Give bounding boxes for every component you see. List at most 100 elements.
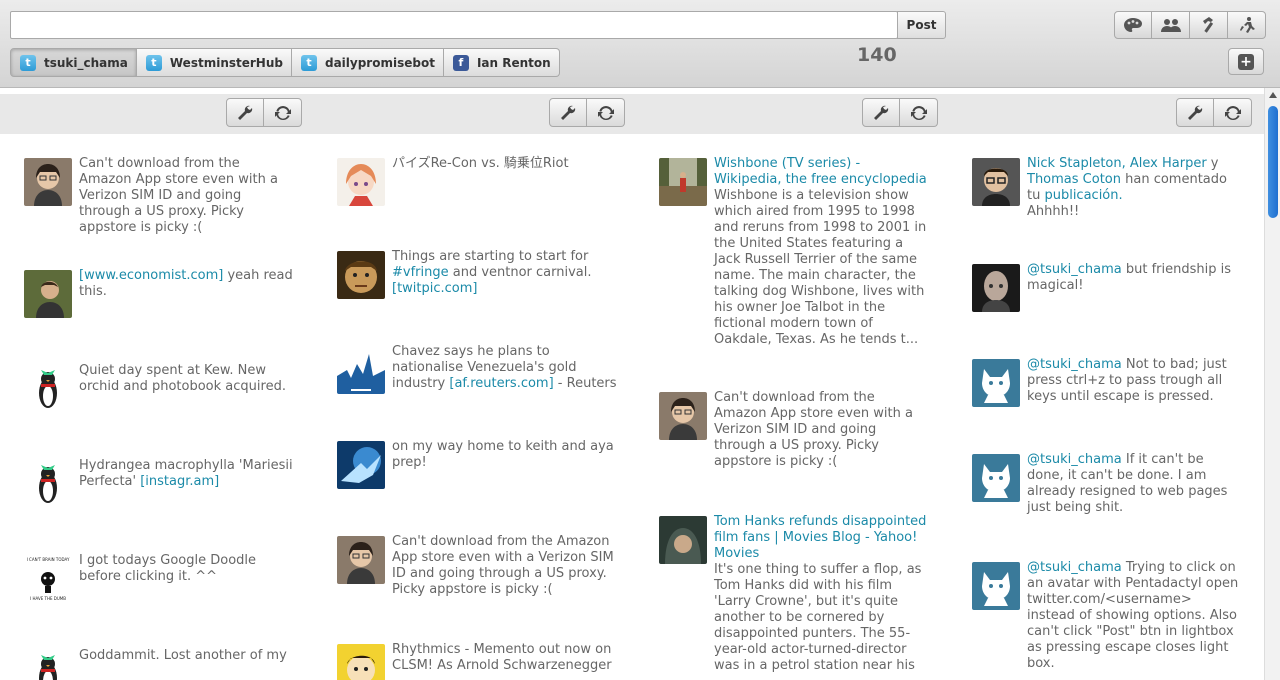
hammer-icon[interactable] — [1190, 11, 1228, 39]
avatar-penguin[interactable] — [24, 460, 72, 508]
column-header — [313, 94, 635, 134]
top-toolbar: Post t tsuki_chama t WestminsterHub t dailypr… — [0, 0, 1280, 88]
account-tab-tsuki_chama[interactable]: t tsuki_chama — [10, 48, 137, 77]
tweet-text-segment: y — [1206, 156, 1219, 171]
avatar-man-face[interactable] — [337, 251, 385, 299]
tweet-text: on my way home to keith and aya prep! — [392, 439, 620, 471]
avatar-woman-glasses[interactable] — [337, 536, 385, 584]
wrench-icon[interactable] — [862, 98, 900, 127]
users-icon[interactable] — [1152, 11, 1190, 39]
avatar-man-outdoors[interactable] — [24, 270, 72, 318]
account-tab-westminsterhub[interactable]: t WestminsterHub — [136, 48, 292, 77]
avatar-blue-fantasy[interactable] — [337, 441, 385, 489]
vertical-scrollbar[interactable] — [1264, 88, 1280, 680]
tweet-text: @tsuki_chama If it can't be done, it can… — [1027, 452, 1243, 516]
account-selector: t tsuki_chama t WestminsterHub t dailypromise… — [10, 48, 560, 77]
twitter-icon: t — [300, 54, 317, 71]
app-toolbar — [1114, 11, 1266, 39]
tweet-link[interactable]: @tsuki_chama — [1027, 452, 1122, 467]
tweet-text: Chavez says he plans to nationalise Vene… — [392, 344, 620, 392]
tweet-text: パイズRe-Con vs. 騎乗位Riot — [392, 156, 620, 172]
tweet-link[interactable]: Wishbone (TV series) - Wikipedia, the fr… — [714, 156, 927, 187]
tweet-link[interactable]: [twitpic.com] — [392, 281, 478, 296]
tweet-link[interactable]: Tom Hanks refunds disappointed film fans… — [714, 514, 926, 561]
tweet-text-segment: Ahhhh!! — [1027, 204, 1080, 219]
column-header — [0, 94, 313, 134]
tweet-text: @tsuki_chama Trying to click on an avata… — [1027, 560, 1243, 672]
refresh-icon[interactable] — [900, 98, 938, 127]
account-tab-label: Ian Renton — [476, 55, 551, 70]
avatar-park-walk[interactable] — [659, 158, 707, 206]
avatar-cant-brain[interactable]: I CAN'T BRAIN TODAY I HAVE THE DUMB — [24, 555, 72, 603]
tweet-text: Things are starting to start for #vfring… — [392, 249, 620, 297]
tweet-text-segment: Quiet day spent at Kew. New orchid and p… — [79, 363, 286, 394]
avatar-bald-man[interactable] — [972, 264, 1020, 312]
compose-input[interactable] — [10, 11, 898, 39]
column-main-feed: Wishbone (TV series) - Wikipedia, the fr… — [635, 88, 948, 680]
tweet-text-segment: パイズRe-Con vs. 騎乗位Riot — [392, 156, 569, 171]
avatar-anime-girl[interactable] — [337, 158, 385, 206]
tweet-text: Can't download from the Amazon App store… — [714, 390, 929, 470]
avatar-man-glasses[interactable] — [972, 158, 1020, 206]
wrench-icon[interactable] — [226, 98, 264, 127]
post-button[interactable]: Post — [897, 11, 946, 39]
palette-icon[interactable] — [1114, 11, 1152, 39]
avatar-caption-top: I CAN'T BRAIN TODAY — [26, 557, 70, 562]
account-tab-dailypromisebot[interactable]: t dailypromisebot — [291, 48, 444, 77]
avatar-woman-glasses[interactable] — [24, 158, 72, 206]
tweet-text: @tsuki_chama but friendship is magical! — [1027, 262, 1243, 294]
wrench-icon[interactable] — [549, 98, 587, 127]
plus-icon: + — [1238, 53, 1254, 70]
scrollbar-thumb[interactable] — [1268, 106, 1278, 218]
tweet-text: Can't download from the Amazon App store… — [392, 534, 620, 598]
tweet-link[interactable]: Thomas Coton — [1027, 172, 1121, 187]
facebook-icon: f — [452, 54, 469, 71]
account-tab-label: dailypromisebot — [324, 55, 435, 70]
tweet-text: I got todays Google Doodle before clicki… — [79, 553, 294, 585]
tweet-link[interactable]: @tsuki_chama — [1027, 357, 1122, 372]
account-tab-label: tsuki_chama — [44, 55, 128, 70]
account-tab-label: WestminsterHub — [169, 55, 283, 70]
tweet-text-segment: I got todays Google Doodle before clicki… — [79, 553, 257, 584]
tweet-link[interactable]: [instagr.am] — [140, 474, 219, 489]
avatar-white-cat[interactable] — [972, 359, 1020, 407]
tweet-text: Goddammit. Lost another of my — [79, 648, 294, 664]
column-mentions-notifications: Nick Stapleton, Alex Harper y Thomas Cot… — [948, 88, 1264, 680]
wrench-icon[interactable] — [1176, 98, 1214, 127]
avatar-woman-glasses[interactable] — [659, 392, 707, 440]
avatar-white-cat[interactable] — [972, 454, 1020, 502]
avatar-cartoon-yellow[interactable] — [337, 644, 385, 680]
refresh-icon[interactable] — [587, 98, 625, 127]
tweet-link[interactable]: [www.economist.com] — [79, 268, 223, 283]
tweet-text: Can't download from the Amazon App store… — [79, 156, 294, 236]
column-soton-kiddies: Can't download from the Amazon App store… — [0, 88, 313, 680]
avatar-caption-bottom: I HAVE THE DUMB — [30, 596, 66, 601]
column-controls — [1176, 98, 1252, 127]
tweet-text-segment: on my way home to keith and aya prep! — [392, 439, 614, 470]
tweet-text: Quiet day spent at Kew. New orchid and p… — [79, 363, 294, 395]
running-man-icon[interactable] — [1228, 11, 1266, 39]
add-column-button[interactable]: + — [1228, 48, 1264, 75]
tweet-link[interactable]: [af.reuters.com] — [449, 376, 553, 391]
tweet-link[interactable]: @tsuki_chama — [1027, 560, 1122, 575]
tweet-link[interactable]: #vfringe — [392, 265, 449, 280]
tweet-text-segment: It's one thing to suffer a flop, as Tom … — [714, 562, 922, 673]
tweet-link[interactable]: @tsuki_chama — [1027, 262, 1122, 277]
refresh-icon[interactable] — [1214, 98, 1252, 127]
refresh-icon[interactable] — [264, 98, 302, 127]
avatar-hooded[interactable] — [659, 516, 707, 564]
tweet-text: @tsuki_chama Not to bad; just press ctrl… — [1027, 357, 1243, 405]
twitter-icon: t — [145, 54, 162, 71]
avatar-penguin[interactable] — [24, 365, 72, 413]
tweet-link[interactable]: publicación. — [1044, 188, 1122, 203]
scroll-up-arrow-icon[interactable] — [1269, 92, 1277, 98]
avatar-penguin[interactable] — [24, 650, 72, 680]
avatar-reuters[interactable] — [337, 346, 385, 394]
account-tab-ian-renton[interactable]: f Ian Renton — [443, 48, 560, 77]
tweet-text-segment: Can't download from the Amazon App store… — [714, 390, 913, 469]
avatar-white-cat[interactable] — [972, 562, 1020, 610]
tweet-text: Rhythmics - Memento out now on CLSM! As … — [392, 642, 620, 674]
tweet-link[interactable]: Nick Stapleton, Alex Harper — [1027, 156, 1207, 171]
tweet-text: [www.economist.com] yeah read this. — [79, 268, 294, 300]
tweet-text-segment: and ventnor carnival. — [448, 265, 592, 280]
